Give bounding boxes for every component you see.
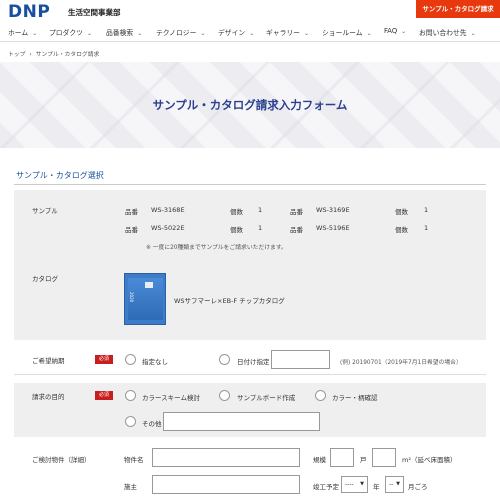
nav-item-technology[interactable]: テクノロジー ⌄ (156, 27, 205, 37)
page-title: サンプル・カタログ請求入力フォーム (152, 98, 348, 112)
scale-label: 規模 (313, 456, 326, 464)
owner-label: 施主 (124, 483, 137, 491)
completion-year-select[interactable]: ---- ▼ (341, 476, 368, 493)
sample-code-label: 品番 (125, 226, 138, 234)
catalog-thumbnail: 2020 (124, 273, 166, 325)
sample-code-label: 品番 (290, 208, 303, 216)
purpose-board-radio[interactable] (219, 390, 230, 401)
catalog-thumb-text: 2020 (129, 292, 134, 303)
sample-code-label: 品番 (125, 208, 138, 216)
floor-area-input[interactable] (372, 448, 396, 467)
catalog-label: カタログ (32, 275, 58, 283)
scale-houses-input[interactable] (330, 448, 354, 467)
sample-qty-label: 個数 (230, 226, 243, 234)
row-divider (14, 374, 486, 375)
area-unit: m²（延べ床面積） (402, 456, 457, 464)
sample-code: WS-3168E (151, 206, 185, 214)
purpose-board-label[interactable]: サンプルボード作成 (237, 392, 295, 402)
completion-label: 竣工予定 (313, 483, 339, 491)
chevron-down-icon: ⌄ (86, 30, 93, 37)
purpose-color-label[interactable]: カラー・柄確認 (332, 392, 378, 402)
chevron-down-icon: ⌄ (303, 30, 310, 37)
breadcrumb-home[interactable]: トップ (8, 52, 25, 58)
purpose-scheme-label[interactable]: カラースキーム検討 (142, 392, 200, 402)
delivery-none-label[interactable]: 指定なし (142, 356, 168, 366)
chevron-down-icon: ⌄ (249, 30, 255, 37)
chevron-down-icon: ▼ (396, 481, 400, 487)
sample-qty-label: 個数 (230, 208, 243, 216)
chevron-down-icon: ⌄ (200, 30, 206, 37)
sample-qty-label: 個数 (395, 208, 408, 216)
purpose-scheme-radio[interactable] (125, 390, 136, 401)
delivery-date-example: (例) 20190701（2019年7月1日希望の場合） (340, 360, 462, 366)
owner-input[interactable] (152, 475, 300, 494)
page-banner: サンプル・カタログ請求入力フォーム (0, 62, 500, 148)
sample-qty: 1 (424, 224, 429, 232)
month-select-value: -- (389, 481, 394, 488)
purpose-other-radio[interactable] (125, 416, 136, 427)
nav-item-faq[interactable]: FAQ ⌄ (384, 27, 406, 35)
selection-panel (14, 190, 486, 340)
required-badge: 必須 (95, 391, 113, 400)
chevron-down-icon: ⌄ (401, 28, 407, 35)
division-name: 生活空間事業部 (68, 8, 121, 17)
chevron-down-icon: ⌄ (366, 30, 372, 37)
sample-code: WS-5196E (316, 224, 350, 232)
delivery-label: ご希望納期 (32, 357, 65, 365)
required-badge: 必須 (95, 355, 113, 364)
delivery-date-input[interactable] (271, 350, 330, 369)
purpose-color-radio[interactable] (315, 390, 326, 401)
chevron-down-icon: ▼ (360, 481, 364, 487)
sample-qty: 1 (258, 224, 263, 232)
nav-item-home[interactable]: ホーム ⌄ (8, 27, 37, 37)
dnp-logo[interactable]: DNP (8, 2, 50, 22)
delivery-none-radio[interactable] (125, 354, 136, 365)
breadcrumb: トップ › サンプル・カタログ請求 (8, 49, 99, 58)
houses-unit: 戸 (360, 456, 367, 464)
chevron-down-icon: ⌄ (470, 30, 476, 37)
nav-item-design[interactable]: デザイン ⌄ (218, 27, 254, 37)
chevron-down-icon: ⌄ (137, 30, 143, 37)
sample-qty: 1 (424, 206, 429, 214)
breadcrumb-current: サンプル・カタログ請求 (35, 52, 100, 58)
nav-item-contact[interactable]: お問い合わせ先 ⌄ (419, 27, 476, 37)
nav-item-gallery[interactable]: ギャラリー ⌄ (266, 27, 309, 37)
property-name-input[interactable] (152, 448, 300, 467)
nav-item-search[interactable]: 品番検索 ⌄ (106, 27, 142, 37)
purpose-other-input[interactable] (163, 412, 320, 431)
sample-code-label: 品番 (290, 226, 303, 234)
catalog-item-name: WSサフマーレ×EB-F チップカタログ (174, 297, 285, 305)
nav-item-showroom[interactable]: ショールーム ⌄ (322, 27, 372, 37)
sample-qty: 1 (258, 206, 263, 214)
property-name-label: 物件名 (124, 456, 144, 464)
delivery-date-label[interactable]: 日付け指定 (237, 356, 270, 366)
site-header: DNP 生活空間事業部 サンプル・カタログ請求 (0, 0, 500, 22)
main-nav: ホーム ⌄ プロダクツ ⌄ 品番検索 ⌄ テクノロジー ⌄ デザイン ⌄ ギャラリー ⌄ シ… (0, 22, 500, 42)
sample-qty-label: 個数 (395, 226, 408, 234)
sample-code: WS-5022E (151, 224, 185, 232)
completion-month-select[interactable]: -- ▼ (385, 476, 404, 493)
delivery-date-radio[interactable] (219, 354, 230, 365)
catalog-chip-icon (145, 282, 153, 288)
purpose-label: 請求の目的 (32, 393, 65, 401)
year-unit: 年 (373, 483, 380, 491)
nav-item-products[interactable]: プロダクツ ⌄ (49, 27, 92, 37)
year-select-value: ---- (345, 481, 354, 488)
month-unit: 月ごろ (408, 483, 428, 491)
section-divider (14, 184, 486, 185)
chevron-down-icon: ⌄ (32, 30, 38, 37)
breadcrumb-separator: › (29, 52, 32, 58)
samples-label: サンプル (32, 207, 58, 215)
sample-code: WS-3169E (316, 206, 350, 214)
property-label: ご検討物件（詳細） (32, 456, 91, 464)
sample-catalog-request-button[interactable]: サンプル・カタログ請求 (416, 0, 500, 18)
purpose-other-label[interactable]: その他 (142, 418, 162, 428)
section-title: サンプル・カタログ選択 (16, 171, 104, 180)
samples-limit-note: ※ 一度に20種類までサンプルをご請求いただけます。 (146, 245, 287, 251)
